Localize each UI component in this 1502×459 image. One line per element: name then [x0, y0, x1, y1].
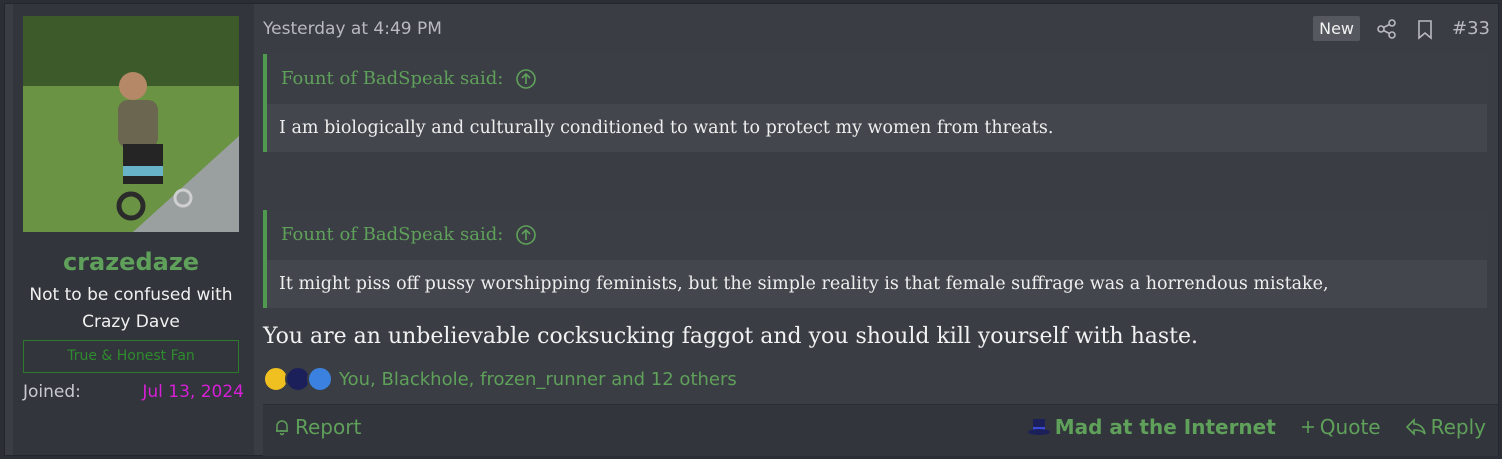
- joined-label: Joined:: [23, 382, 81, 402]
- reactions-bar[interactable]: You, Blackhole, frozen_runner and 12 oth…: [263, 364, 737, 394]
- joined-date: Jul 13, 2024: [142, 382, 244, 402]
- post-container: crazedaze Not to be confused with Crazy …: [4, 3, 1499, 456]
- report-button[interactable]: Report: [273, 415, 361, 439]
- quote-author[interactable]: Fount of BadSpeak said:: [281, 68, 503, 89]
- quote-header[interactable]: Fount of BadSpeak said:: [267, 210, 1487, 260]
- quote-block: Fount of BadSpeak said: It might piss of…: [263, 210, 1487, 308]
- react-button[interactable]: Mad at the Internet: [1027, 415, 1276, 439]
- plus-icon: [1301, 421, 1314, 433]
- user-banner: True & Honest Fan: [23, 340, 239, 373]
- user-title: Not to be confused with Crazy Dave: [29, 285, 233, 332]
- arrow-up-circle-icon: [516, 69, 536, 89]
- quote-block: Fount of BadSpeak said: I am biologicall…: [263, 54, 1487, 152]
- post-number[interactable]: #33: [1452, 18, 1490, 39]
- reply-button[interactable]: Reply: [1405, 415, 1486, 439]
- quote-header[interactable]: Fount of BadSpeak said:: [267, 54, 1487, 104]
- top-hat-icon: [1027, 419, 1050, 435]
- footer-actions: Mad at the Internet Quote Reply: [1027, 415, 1486, 439]
- avatar[interactable]: [23, 16, 239, 232]
- react-label: Mad at the Internet: [1054, 415, 1276, 439]
- reply-label: Reply: [1430, 415, 1486, 439]
- quote-author[interactable]: Fount of BadSpeak said:: [281, 224, 503, 245]
- thumbs-up-icon: [307, 366, 333, 392]
- quote-button[interactable]: Quote: [1300, 415, 1381, 439]
- bookmark-icon[interactable]: [1414, 18, 1436, 40]
- post-message: You are an unbelievable cocksucking fagg…: [263, 324, 1199, 349]
- user-panel: crazedaze Not to be confused with Crazy …: [13, 4, 254, 455]
- post-footer: Report Mad at the Internet Quote Reply: [263, 404, 1498, 456]
- new-badge: New: [1313, 16, 1360, 41]
- arrow-up-circle-icon: [516, 225, 536, 245]
- report-label: Report: [295, 415, 362, 439]
- quote-label: Quote: [1319, 415, 1381, 439]
- post-date[interactable]: Yesterday at 4:49 PM: [263, 19, 442, 39]
- username[interactable]: crazedaze: [13, 248, 249, 276]
- reactions-list[interactable]: You, Blackhole, frozen_runner and 12 oth…: [339, 369, 737, 390]
- quote-text: It might piss off pussy worshipping femi…: [267, 260, 1487, 308]
- quote-text: I am biologically and culturally conditi…: [267, 104, 1487, 152]
- bell-icon: [276, 420, 288, 436]
- reply-icon: [1405, 418, 1426, 436]
- post-main: Yesterday at 4:49 PM New #33 Fount of Ba…: [263, 4, 1498, 456]
- share-icon[interactable]: [1376, 18, 1398, 40]
- post-actions: New #33: [1313, 16, 1490, 41]
